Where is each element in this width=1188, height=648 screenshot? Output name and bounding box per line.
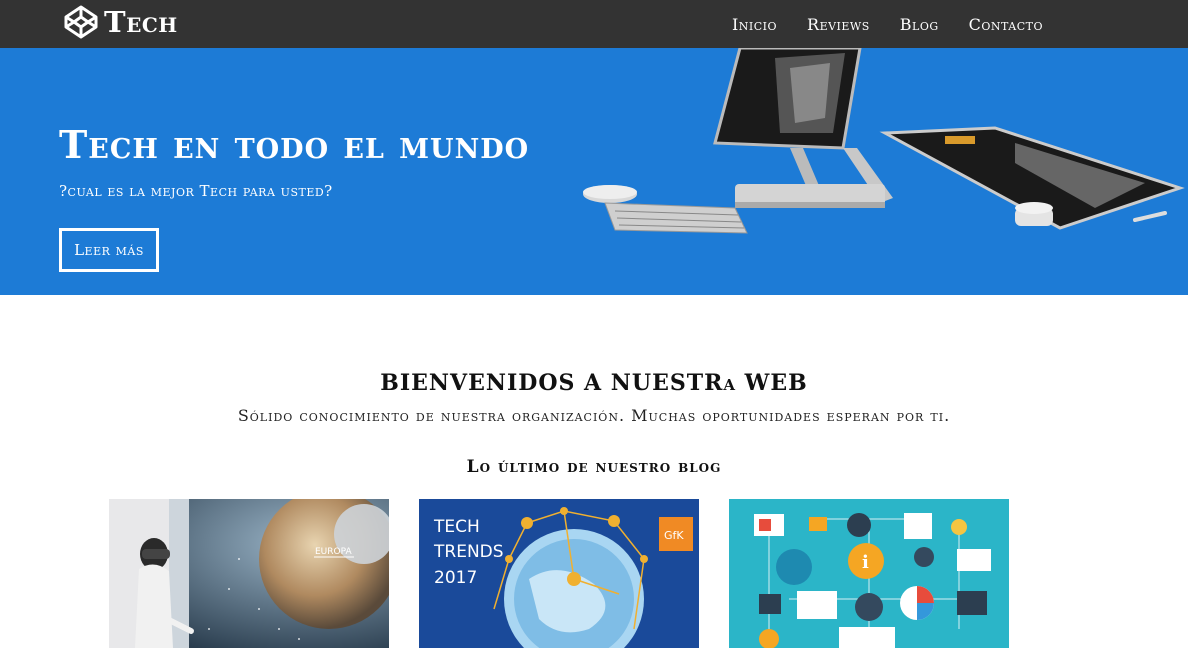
tech-icons-image: i	[729, 499, 1009, 648]
logo-text: Tech	[104, 5, 178, 39]
hero-subtitle: ?cual es la mejor Tech para usted?	[59, 182, 333, 200]
nav-item-reviews[interactable]: Reviews	[807, 15, 870, 34]
navbar: Tech Inicio Reviews Blog Contacto	[0, 0, 1188, 48]
codepen-logo-icon	[64, 5, 98, 39]
nav-item-blog[interactable]: Blog	[900, 15, 939, 34]
hero-title: Tech en todo el mundo	[59, 122, 530, 167]
welcome-subtitle: Sólido conocimiento de nuestra organizac…	[237, 406, 951, 425]
tech-trends-line3: 2017	[434, 568, 477, 588]
europa-label: EUROPA	[315, 547, 352, 557]
blog-post-card-1[interactable]: EUROPA	[109, 499, 389, 648]
surface-studio-image	[583, 48, 1185, 234]
globe-network-image: TECH TRENDS 2017 GfK	[419, 499, 699, 648]
gfk-badge: GfK	[664, 529, 684, 542]
hero-banner: Tech en todo el mundo ?cual es la mejor …	[0, 48, 1188, 295]
welcome-title: BIENVENIDOS A NUESTRa WEB	[380, 370, 808, 396]
tech-trends-line1: TECH	[433, 517, 480, 537]
blog-post-card-3[interactable]: i	[729, 499, 1009, 648]
tech-trends-line2: TRENDS	[433, 542, 504, 562]
svg-text:i: i	[862, 552, 869, 573]
vr-space-image: EUROPA	[109, 499, 389, 648]
nav-item-contacto[interactable]: Contacto	[969, 15, 1043, 34]
nav-menu: Inicio Reviews Blog Contacto	[702, 0, 1043, 48]
read-more-button[interactable]: Leer más	[59, 228, 159, 272]
logo-link[interactable]: Tech	[64, 5, 178, 39]
blog-post-card-2[interactable]: TECH TRENDS 2017 GfK	[419, 499, 699, 648]
nav-item-inicio[interactable]: Inicio	[732, 15, 777, 34]
blog-section-title: Lo último de nuestro blog	[466, 457, 722, 477]
